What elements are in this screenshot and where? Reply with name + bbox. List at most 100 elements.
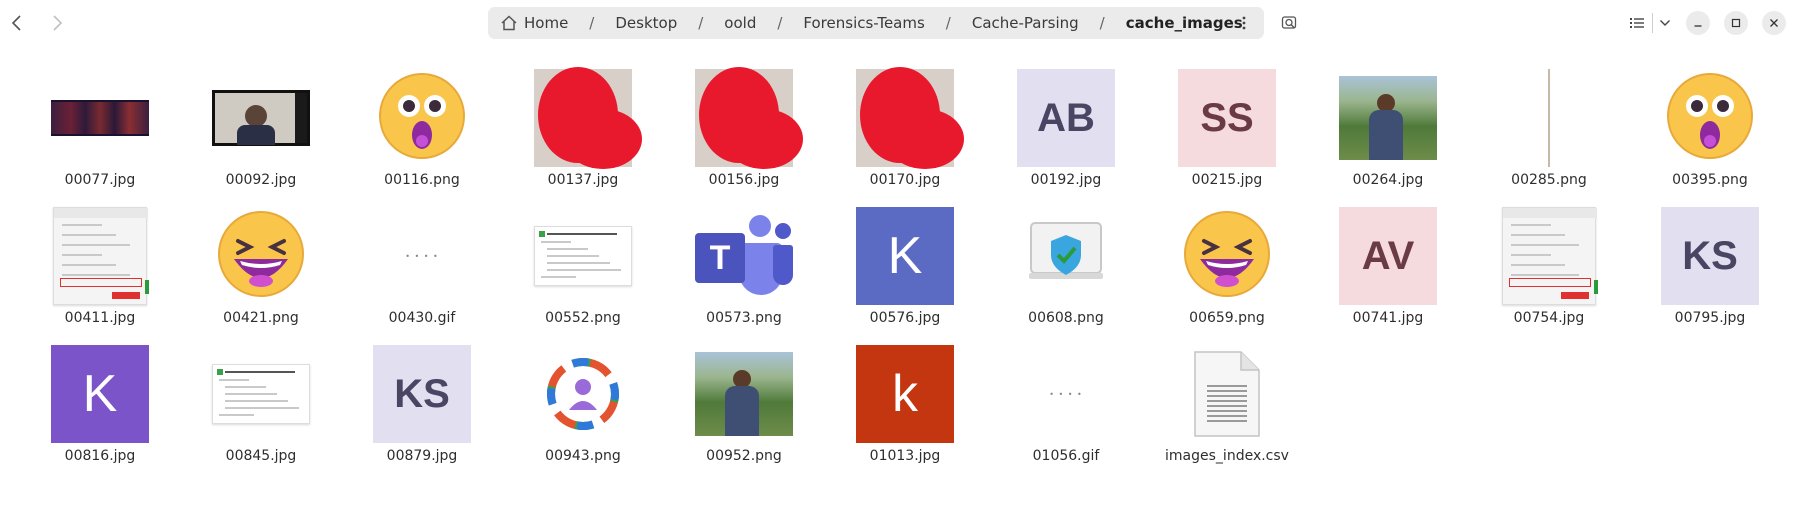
breadcrumb-cache-parsing[interactable]: Cache-Parsing — [972, 14, 1079, 32]
file-thumbnail — [1178, 345, 1276, 443]
close-button[interactable] — [1762, 11, 1786, 35]
file-thumbnail — [534, 67, 642, 169]
minimize-button[interactable] — [1686, 11, 1710, 35]
file-name: 00943.png — [545, 448, 621, 464]
avatar-initials-thumbnail: SS — [1178, 69, 1276, 167]
breadcrumb-forensics-teams[interactable]: Forensics-Teams — [803, 14, 924, 32]
file-item[interactable]: 00754.jpg — [1474, 202, 1624, 328]
breadcrumb-separator: / — [777, 14, 783, 32]
file-item[interactable]: T 00573.png — [669, 202, 819, 328]
file-name: 00215.jpg — [1191, 172, 1263, 188]
file-thumbnail — [695, 345, 793, 443]
maximize-icon — [1731, 18, 1741, 28]
file-name: 00411.jpg — [64, 310, 136, 326]
file-thumbnail — [51, 207, 149, 305]
file-item[interactable]: 00552.png — [508, 202, 658, 328]
file-thumbnail — [1339, 69, 1437, 167]
file-name: 00156.jpg — [708, 172, 780, 188]
file-item[interactable]: 00077.jpg — [25, 64, 175, 190]
search-button[interactable] — [1275, 8, 1305, 38]
file-item[interactable]: 00845.jpg — [186, 340, 336, 466]
file-thumbnail — [1500, 207, 1598, 305]
file-item[interactable]: • • • • 00430.gif — [347, 202, 497, 328]
file-thumbnail: • • • • — [373, 207, 471, 305]
file-thumbnail — [534, 207, 632, 305]
file-name: 00395.png — [1672, 172, 1748, 188]
text-file-icon — [1194, 351, 1260, 437]
file-item[interactable]: KS 00795.jpg — [1635, 202, 1785, 328]
file-item[interactable]: • • • • 01056.gif — [991, 340, 1141, 466]
file-item[interactable]: 00156.jpg — [669, 64, 819, 190]
thin-line-thumbnail — [1548, 69, 1550, 167]
file-name: 01013.jpg — [869, 448, 941, 464]
file-item[interactable]: 00395.png — [1635, 64, 1785, 190]
file-item[interactable]: 00608.png — [991, 202, 1141, 328]
file-item[interactable]: 00264.jpg — [1313, 64, 1463, 190]
shield-device-icon — [1029, 222, 1103, 279]
breadcrumb-home[interactable]: Home — [524, 14, 568, 32]
file-item[interactable]: 00170.jpg — [830, 64, 980, 190]
file-name: 00816.jpg — [64, 448, 136, 464]
list-view-button[interactable] — [1623, 8, 1651, 38]
document-snippet-thumbnail — [534, 226, 632, 286]
file-name: 00077.jpg — [64, 172, 136, 188]
file-item[interactable]: AV 00741.jpg — [1313, 202, 1463, 328]
file-name: 00552.png — [545, 310, 621, 326]
file-item[interactable]: KS 00879.jpg — [347, 340, 497, 466]
vertical-dots-icon — [1242, 16, 1246, 30]
redacted-photo-thumbnail — [856, 67, 964, 169]
file-name: 00264.jpg — [1352, 172, 1424, 188]
file-thumbnail — [1500, 69, 1598, 167]
file-item[interactable]: 00285.png — [1474, 64, 1624, 190]
back-button[interactable] — [2, 8, 32, 38]
file-item[interactable]: 00659.png — [1152, 202, 1302, 328]
file-name: 01056.gif — [1032, 448, 1100, 464]
file-item[interactable]: 00411.jpg — [25, 202, 175, 328]
breadcrumb-separator: / — [945, 14, 951, 32]
forward-button[interactable] — [42, 8, 72, 38]
file-item[interactable]: 00952.png — [669, 340, 819, 466]
file-item[interactable]: images_index.csv — [1152, 340, 1302, 466]
file-item[interactable]: AB 00192.jpg — [991, 64, 1141, 190]
file-item[interactable]: 00137.jpg — [508, 64, 658, 190]
file-item[interactable]: K 00816.jpg — [25, 340, 175, 466]
file-name: 00845.jpg — [225, 448, 297, 464]
file-name: 00285.png — [1511, 172, 1587, 188]
file-name: 00659.png — [1189, 310, 1265, 326]
file-item[interactable]: 00421.png — [186, 202, 336, 328]
file-item[interactable]: SS 00215.jpg — [1152, 64, 1302, 190]
path-menu-button[interactable] — [1234, 13, 1254, 33]
breadcrumb-cache-images[interactable]: cache_images — [1126, 14, 1243, 32]
file-thumbnail — [1017, 207, 1115, 305]
file-thumbnail — [856, 67, 964, 169]
emoji-icon — [1665, 71, 1755, 165]
file-item[interactable]: 00092.jpg — [186, 64, 336, 190]
file-thumbnail: T — [695, 207, 793, 305]
path-bar: Home / Desktop / oold / Forensics-Teams … — [488, 7, 1264, 39]
breadcrumb-desktop[interactable]: Desktop — [615, 14, 677, 32]
file-thumbnail — [51, 69, 149, 167]
home-icon — [501, 15, 517, 31]
view-options-button[interactable] — [1654, 8, 1676, 38]
dialog-screenshot-thumbnail — [1502, 207, 1598, 305]
file-item[interactable]: 00116.png — [347, 64, 497, 190]
file-thumbnail — [373, 69, 471, 167]
file-name: 00754.jpg — [1513, 310, 1585, 326]
breadcrumb-oold[interactable]: oold — [724, 14, 756, 32]
avatar-initials-thumbnail: K — [51, 345, 149, 443]
maximize-button[interactable] — [1724, 11, 1748, 35]
file-thumbnail: AB — [1017, 69, 1115, 167]
file-item[interactable]: 00943.png — [508, 340, 658, 466]
file-item[interactable]: k 01013.jpg — [830, 340, 980, 466]
people-ring-icon — [547, 358, 619, 430]
file-thumbnail — [695, 67, 803, 169]
file-thumbnail — [212, 207, 310, 305]
file-thumbnail: k — [856, 345, 954, 443]
chevron-right-icon — [53, 15, 63, 31]
file-name: 00952.png — [706, 448, 782, 464]
document-snippet-thumbnail — [212, 364, 310, 424]
emoji-icon — [377, 71, 467, 165]
file-item[interactable]: K 00576.jpg — [830, 202, 980, 328]
close-icon — [1770, 19, 1778, 27]
file-name: 00608.png — [1028, 310, 1104, 326]
